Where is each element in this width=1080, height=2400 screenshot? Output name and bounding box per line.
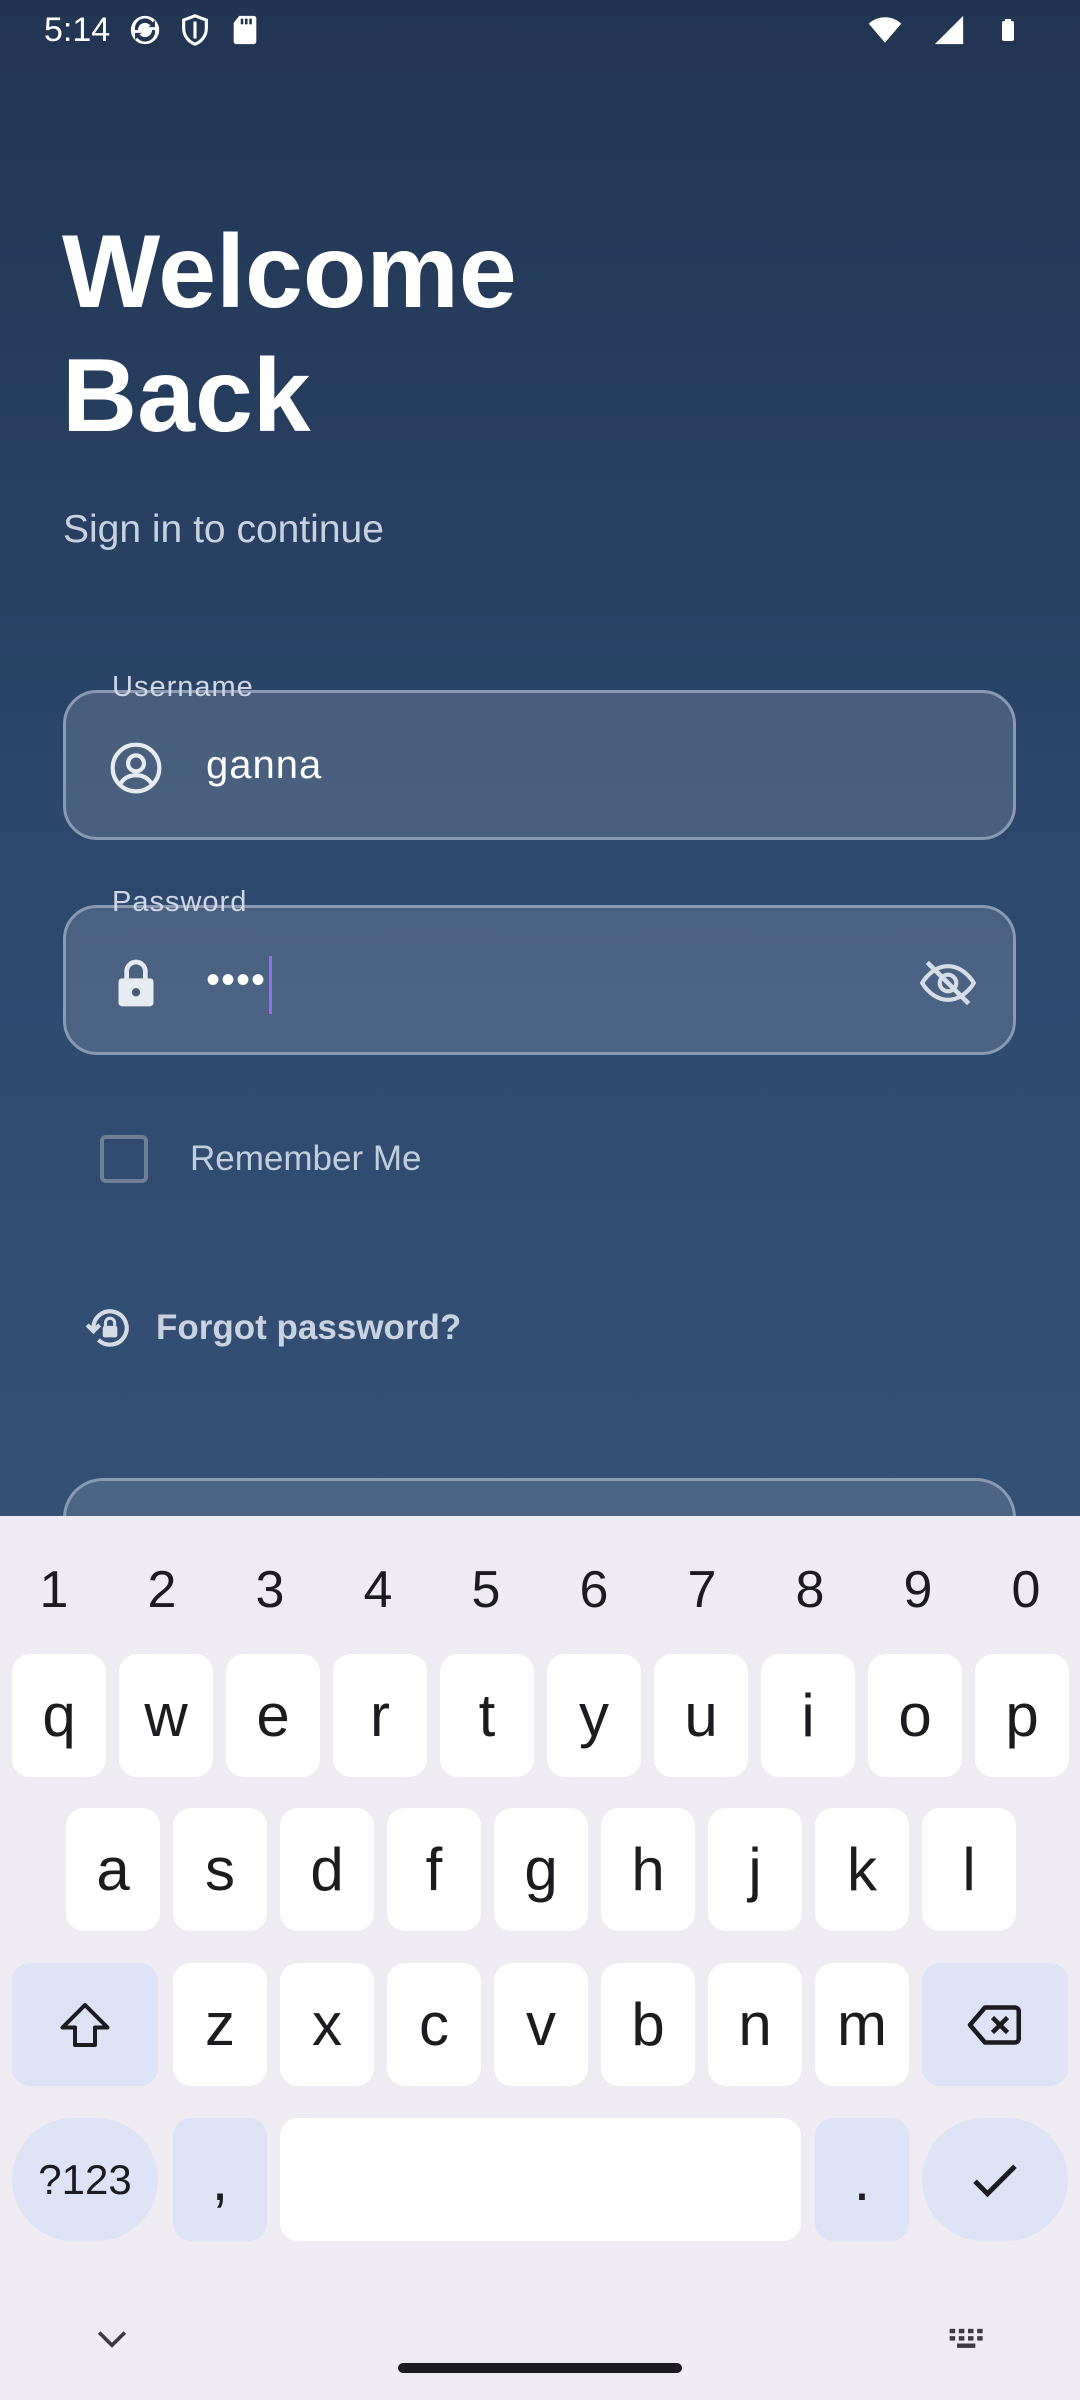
key-d[interactable]: d: [280, 1808, 374, 1931]
battery-icon: [1002, 19, 1014, 41]
keyboard-switch-icon[interactable]: [946, 2316, 990, 2360]
key-n[interactable]: n: [708, 1963, 802, 2086]
key-l[interactable]: l: [922, 1808, 1016, 1931]
remember-me-checkbox[interactable]: [100, 1135, 148, 1183]
key-m[interactable]: m: [815, 1963, 909, 2086]
key-g[interactable]: g: [494, 1808, 588, 1931]
key-s[interactable]: s: [173, 1808, 267, 1931]
shield-icon: [182, 14, 209, 46]
key-8[interactable]: 8: [756, 1540, 864, 1640]
password-input[interactable]: ••••: [206, 958, 266, 1003]
key-y[interactable]: y: [547, 1654, 641, 1777]
username-input[interactable]: ganna: [206, 743, 322, 788]
page-title: Welcome Back: [62, 210, 517, 458]
home-indicator[interactable]: [398, 2363, 682, 2373]
key-b[interactable]: b: [601, 1963, 695, 2086]
backspace-key[interactable]: [922, 1963, 1068, 2086]
key-w[interactable]: w: [119, 1654, 213, 1777]
sync-icon: [131, 15, 160, 45]
shift-icon: [60, 2002, 110, 2047]
key-z[interactable]: z: [173, 1963, 267, 2086]
number-row: 1 2 3 4 5 6 7 8 9 0: [0, 1540, 1080, 1640]
sd-card-icon: [233, 15, 257, 45]
lock-icon: [118, 959, 154, 1007]
period-key[interactable]: .: [815, 2118, 909, 2241]
key-v[interactable]: v: [494, 1963, 588, 2086]
key-h[interactable]: h: [601, 1808, 695, 1931]
soft-keyboard: 1 2 3 4 5 6 7 8 9 0 q w e r t y u i o p …: [0, 1516, 1080, 2400]
key-p[interactable]: p: [975, 1654, 1069, 1777]
status-time: 5:14: [44, 10, 111, 49]
title-line-2: Back: [62, 338, 311, 454]
wifi-icon: [868, 17, 902, 43]
done-key[interactable]: [922, 2118, 1068, 2241]
key-k[interactable]: k: [815, 1808, 909, 1931]
key-9[interactable]: 9: [864, 1540, 972, 1640]
key-t[interactable]: t: [440, 1654, 534, 1777]
key-r[interactable]: r: [333, 1654, 427, 1777]
key-i[interactable]: i: [761, 1654, 855, 1777]
password-label: Password: [112, 886, 248, 918]
text-caret: [269, 956, 272, 1014]
forgot-password-link[interactable]: Forgot password?: [84, 1303, 461, 1353]
key-o[interactable]: o: [868, 1654, 962, 1777]
forgot-password-label: Forgot password?: [156, 1308, 462, 1347]
key-u[interactable]: u: [654, 1654, 748, 1777]
key-c[interactable]: c: [387, 1963, 481, 2086]
comma-key[interactable]: ,: [173, 2118, 267, 2241]
key-1[interactable]: 1: [0, 1540, 108, 1640]
key-x[interactable]: x: [280, 1963, 374, 2086]
remember-me-label: Remember Me: [190, 1139, 422, 1178]
key-4[interactable]: 4: [324, 1540, 432, 1640]
account-circle-icon: [110, 742, 162, 794]
key-3[interactable]: 3: [216, 1540, 324, 1640]
chevron-down-icon[interactable]: [90, 2316, 134, 2360]
status-bar: 5:14: [0, 0, 1080, 60]
username-label: Username: [112, 671, 254, 703]
backspace-icon: [967, 2004, 1021, 2045]
key-f[interactable]: f: [387, 1808, 481, 1931]
key-j[interactable]: j: [708, 1808, 802, 1931]
shift-key[interactable]: [12, 1963, 158, 2086]
key-e[interactable]: e: [226, 1654, 320, 1777]
remember-me-row[interactable]: Remember Me: [100, 1135, 421, 1183]
key-2[interactable]: 2: [108, 1540, 216, 1640]
symbols-key[interactable]: ?123: [12, 2118, 158, 2241]
signal-icon: [934, 15, 964, 45]
check-icon: [973, 2163, 1017, 2197]
lock-reset-icon: [85, 1309, 129, 1347]
username-field[interactable]: Username ganna: [63, 671, 1016, 840]
key-a[interactable]: a: [66, 1808, 160, 1931]
key-6[interactable]: 6: [540, 1540, 648, 1640]
eye-off-icon[interactable]: [917, 952, 979, 1014]
key-5[interactable]: 5: [432, 1540, 540, 1640]
space-key[interactable]: [280, 2118, 801, 2241]
key-0[interactable]: 0: [972, 1540, 1080, 1640]
key-q[interactable]: q: [12, 1654, 106, 1777]
password-field[interactable]: Password ••••: [63, 886, 1016, 1055]
key-7[interactable]: 7: [648, 1540, 756, 1640]
title-line-1: Welcome: [62, 214, 517, 330]
page-subtitle: Sign in to continue: [63, 508, 384, 551]
